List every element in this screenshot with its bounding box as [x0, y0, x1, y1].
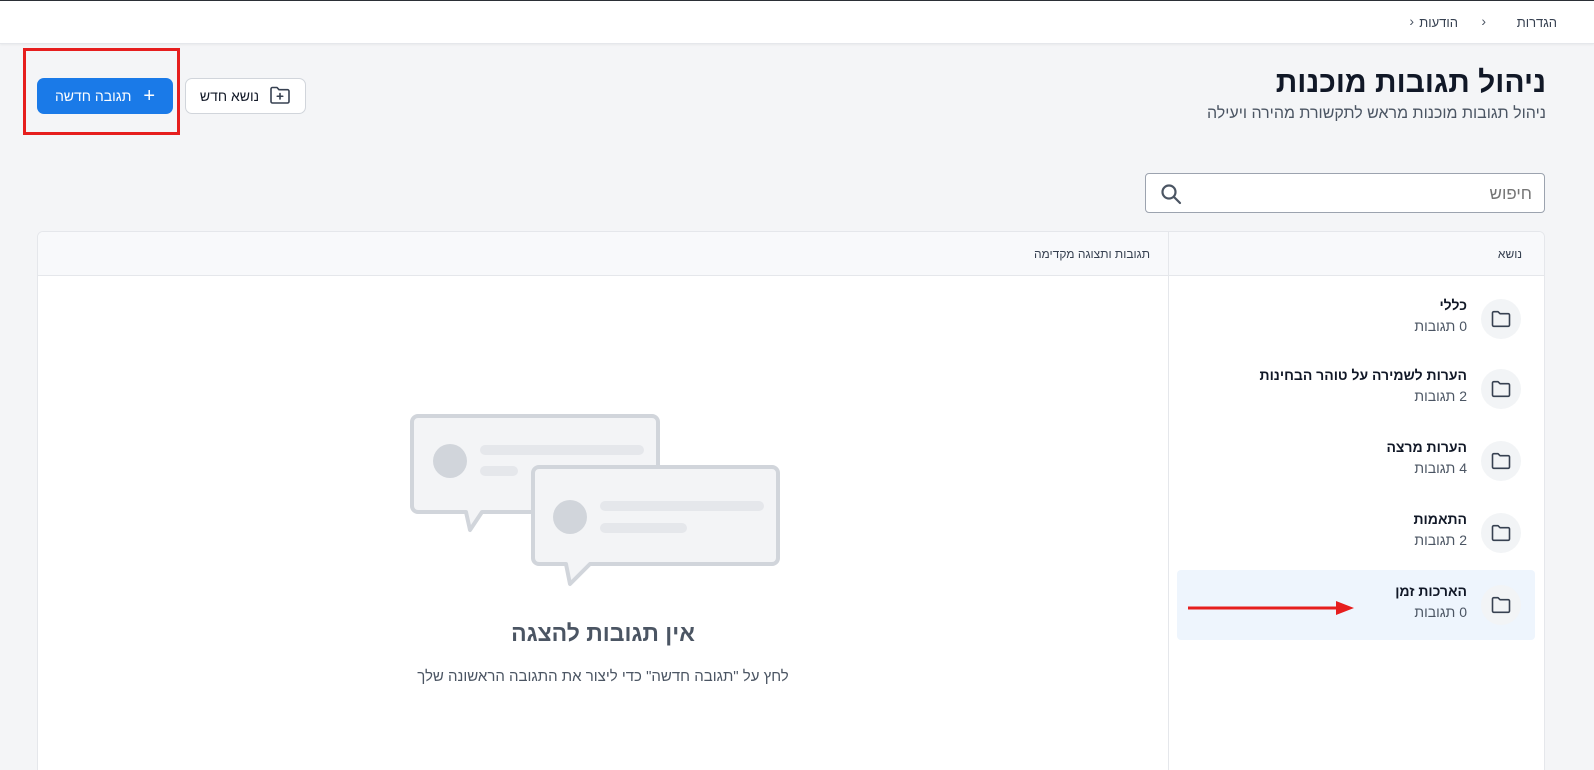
empty-state-illustration: [410, 414, 790, 594]
chevron-right-icon: ›: [1409, 13, 1414, 29]
folder-plus-icon: [269, 85, 291, 108]
topic-name: כללי: [1439, 297, 1467, 313]
folder-icon: [1481, 441, 1521, 481]
folder-icon: [1481, 513, 1521, 553]
annotation-highlight-box: [23, 48, 180, 135]
topic-count: 0 תגובות: [1414, 318, 1467, 334]
topic-item[interactable]: הערות לשמירה על טוהר הבחינות 2 תגובות: [1177, 354, 1535, 424]
topic-item[interactable]: הערות מרצה 4 תגובות: [1177, 426, 1535, 496]
search-icon[interactable]: [1160, 183, 1182, 205]
topic-name: הארכות זמן: [1395, 583, 1467, 599]
topic-name: התאמות: [1413, 511, 1468, 527]
folder-icon: [1481, 585, 1521, 625]
search-input[interactable]: [1202, 182, 1532, 206]
folder-icon: [1481, 369, 1521, 409]
new-topic-button[interactable]: נושא חדש: [185, 78, 306, 114]
topic-count: 2 תגובות: [1414, 532, 1467, 548]
topic-count: 4 תגובות: [1414, 460, 1467, 476]
empty-state-description: לחץ על "תגובה חדשה" כדי ליצור את התגובה …: [417, 668, 789, 685]
page-subtitle: ניהול תגובות מוכנות מראש לתקשורת מהירה ו…: [1206, 105, 1546, 122]
topic-name: הערות לשמירה על טוהר הבחינות: [1259, 367, 1467, 383]
column-header-topic: נושא: [1497, 247, 1522, 261]
new-topic-label: נושא חדש: [199, 88, 260, 104]
topic-item[interactable]: כללי 0 תגובות: [1177, 284, 1535, 354]
empty-state-title: אין תגובות להצגה: [511, 620, 695, 646]
annotation-arrow-icon: [1188, 598, 1358, 618]
topic-name: הערות מרצה: [1386, 439, 1467, 455]
topic-count: 0 תגובות: [1414, 604, 1467, 620]
table-header: נושא תגובות ותצוגה מקדימה: [38, 232, 1544, 276]
responses-table: נושא תגובות ותצוגה מקדימה כללי 0 תגובות …: [37, 231, 1545, 770]
breadcrumb-item-settings[interactable]: הגדרות: [1517, 15, 1557, 30]
topic-count: 2 תגובות: [1414, 388, 1467, 404]
folder-icon: [1481, 299, 1521, 339]
page-title: ניהול תגובות מוכנות: [1275, 66, 1546, 99]
top-bar: הגדרות › הודעות ›: [0, 0, 1594, 44]
column-header-responses: תגובות ותצוגה מקדימה: [1033, 247, 1150, 261]
breadcrumb-item-messages[interactable]: הודעות: [1419, 15, 1458, 30]
chevron-right-icon: ›: [1481, 13, 1486, 29]
column-divider: [1168, 232, 1169, 770]
search-box: [1145, 173, 1545, 213]
topic-item[interactable]: התאמות 2 תגובות: [1177, 498, 1535, 568]
